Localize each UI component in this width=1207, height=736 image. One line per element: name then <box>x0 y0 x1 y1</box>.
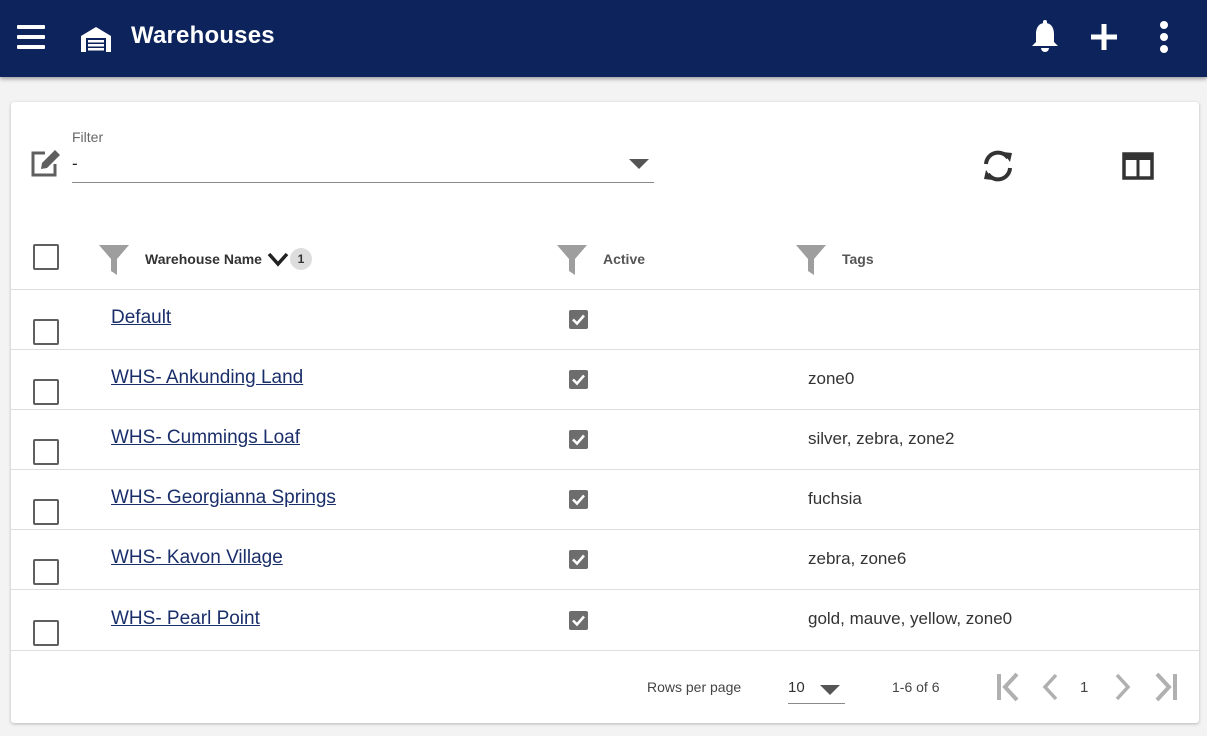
pagination-bar: Rows per page 10 1-6 of 6 1 <box>11 650 1199 723</box>
table-row: Default <box>11 290 1199 350</box>
warehouse-name-link[interactable]: WHS- Cummings Loaf <box>111 427 300 449</box>
filter-value: - <box>72 154 78 173</box>
page-range: 1-6 of 6 <box>892 679 940 695</box>
table-row: WHS- Cummings Loaf silver, zebra, zone2 <box>11 410 1199 470</box>
warehouse-name-link[interactable]: Default <box>111 307 171 329</box>
row-select-checkbox[interactable] <box>33 499 59 525</box>
tags-cell: gold, mauve, yellow, zone0 <box>808 609 1013 628</box>
previous-page-icon[interactable] <box>1036 670 1066 704</box>
filter-icon[interactable] <box>795 244 827 276</box>
current-page: 1 <box>1080 679 1089 696</box>
warehouse-name-link[interactable]: WHS- Georgianna Springs <box>111 487 336 509</box>
active-checked-icon <box>569 550 588 569</box>
filter-icon[interactable] <box>98 244 130 276</box>
table-row: WHS- Georgianna Springs fuchsia <box>11 470 1199 530</box>
more-vertical-icon[interactable] <box>1145 18 1183 56</box>
bell-icon[interactable] <box>1026 18 1064 56</box>
row-select-checkbox[interactable] <box>33 319 59 345</box>
warehouse-name-link[interactable]: WHS- Pearl Point <box>111 608 260 630</box>
rows-per-page-value: 10 <box>788 679 805 696</box>
row-select-checkbox[interactable] <box>33 620 59 646</box>
row-select-checkbox[interactable] <box>33 559 59 585</box>
table-row: WHS- Ankunding Land zone0 <box>11 350 1199 410</box>
filter-select[interactable]: - <box>72 150 654 183</box>
refresh-icon[interactable] <box>979 147 1017 185</box>
chevron-down-icon <box>629 159 649 169</box>
filter-icon[interactable] <box>556 244 588 276</box>
app-bar: Warehouses <box>0 0 1207 77</box>
page-title: Warehouses <box>131 22 275 49</box>
menu-icon[interactable] <box>14 20 48 54</box>
rows-per-page-select[interactable]: 10 <box>788 672 845 704</box>
active-checked-icon <box>569 310 588 329</box>
tags-cell: fuchsia <box>808 489 862 508</box>
table-row: WHS- Kavon Village zebra, zone6 <box>11 530 1199 590</box>
rows-per-page-label: Rows per page <box>647 679 742 695</box>
last-page-icon[interactable] <box>1151 670 1181 704</box>
sort-order-badge: 1 <box>290 248 312 270</box>
sort-chevron-down-icon[interactable] <box>267 250 289 268</box>
active-checked-icon <box>569 611 588 630</box>
plus-icon[interactable] <box>1085 18 1123 56</box>
select-all-checkbox[interactable] <box>33 244 59 270</box>
column-active[interactable]: Active <box>603 251 645 267</box>
next-page-icon[interactable] <box>1107 670 1137 704</box>
warehouse-name-link[interactable]: WHS- Kavon Village <box>111 547 283 569</box>
warehouses-card: Filter - Warehouse Name 1 Active Tags De… <box>11 102 1199 723</box>
tags-cell: zebra, zone6 <box>808 549 907 568</box>
active-checked-icon <box>569 490 588 509</box>
tags-cell: zone0 <box>808 369 855 388</box>
columns-icon[interactable] <box>1120 148 1156 184</box>
row-select-checkbox[interactable] <box>33 379 59 405</box>
first-page-icon[interactable] <box>993 670 1023 704</box>
warehouse-icon <box>81 27 111 52</box>
tags-cell: silver, zebra, zone2 <box>808 429 955 448</box>
row-select-checkbox[interactable] <box>33 439 59 465</box>
table-header: Warehouse Name 1 Active Tags <box>11 230 1199 290</box>
table-row: WHS- Pearl Point gold, mauve, yellow, zo… <box>11 590 1199 651</box>
active-checked-icon <box>569 430 588 449</box>
column-warehouse-name[interactable]: Warehouse Name <box>145 251 262 267</box>
column-tags[interactable]: Tags <box>842 251 874 267</box>
chevron-down-icon <box>820 685 840 695</box>
warehouse-name-link[interactable]: WHS- Ankunding Land <box>111 367 303 389</box>
filter-label: Filter <box>72 129 104 145</box>
active-checked-icon <box>569 370 588 389</box>
edit-filter-icon[interactable] <box>29 146 63 180</box>
